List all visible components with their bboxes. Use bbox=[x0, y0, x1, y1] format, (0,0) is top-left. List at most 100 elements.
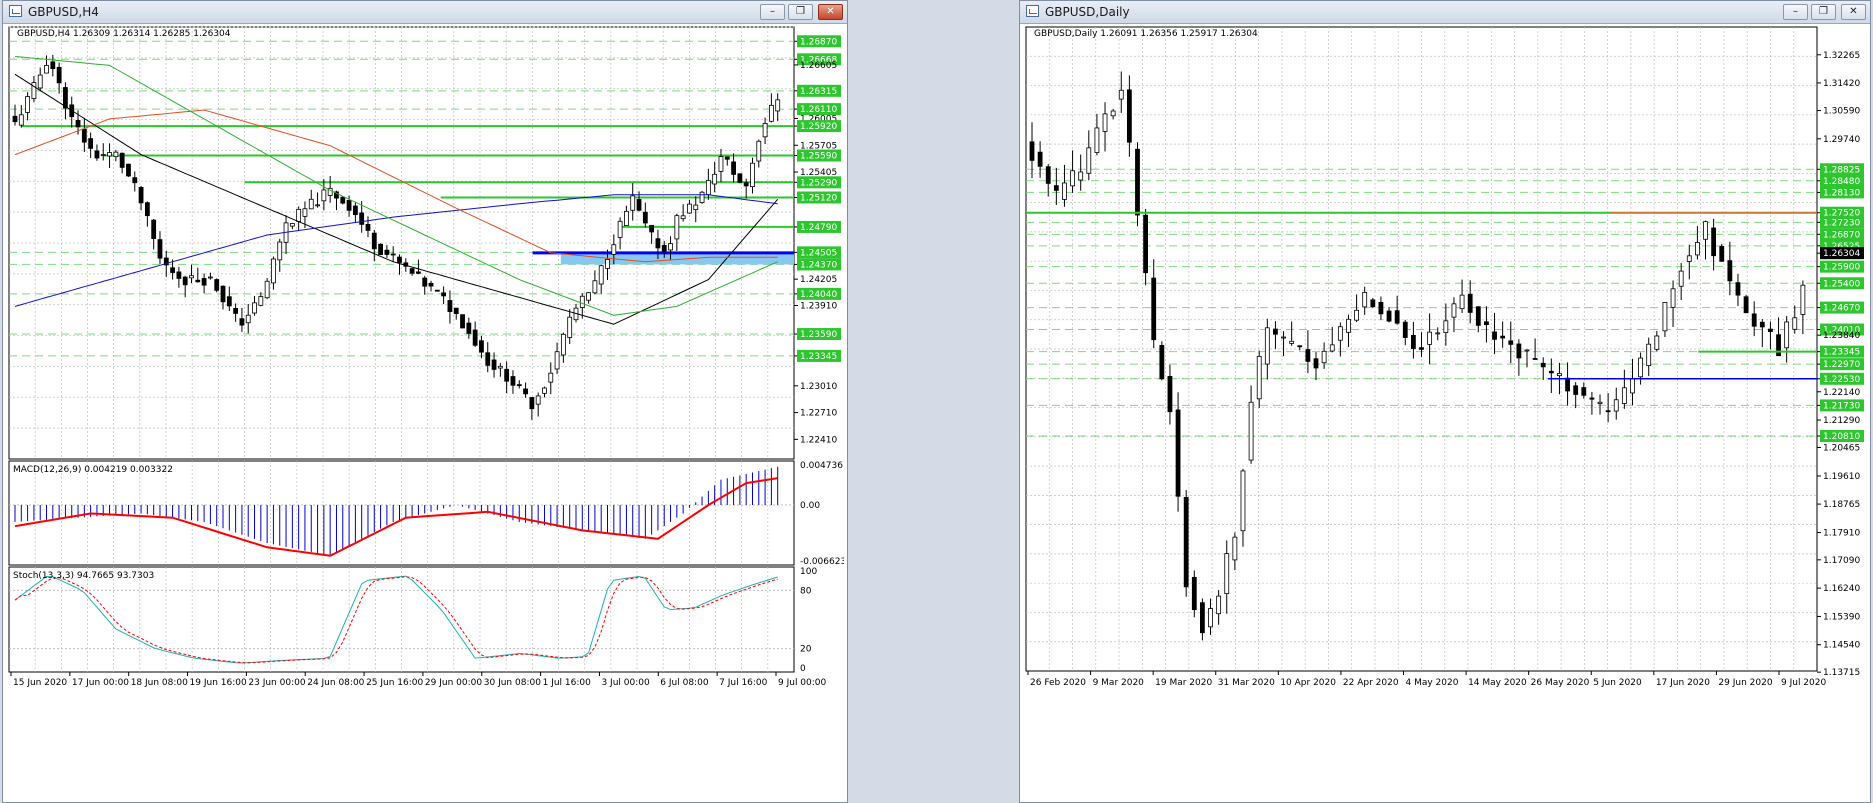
candle-body bbox=[264, 280, 270, 299]
y-tick-label: 1.24670 bbox=[1823, 304, 1860, 314]
y-tick-label: 1.24370 bbox=[800, 260, 837, 270]
x-tick-label: 3 Jul 00:00 bbox=[601, 678, 650, 688]
close-button[interactable]: ✕ bbox=[1841, 4, 1866, 20]
candle-body bbox=[359, 212, 365, 225]
stoch-tick-label: 100 bbox=[800, 567, 817, 577]
candle-body bbox=[1759, 321, 1765, 328]
candle-body bbox=[1273, 328, 1278, 335]
candle-body bbox=[1703, 221, 1708, 240]
candle-body bbox=[1313, 358, 1319, 369]
y-tick-label: 1.20465 bbox=[1823, 444, 1860, 454]
candle-body bbox=[775, 99, 781, 112]
h4-chart-svg[interactable]: 1.268701.266681.266051.263151.261101.260… bbox=[7, 25, 844, 802]
y-tick-label: 1.13715 bbox=[1823, 668, 1860, 678]
restore-button[interactable]: ❐ bbox=[1811, 4, 1836, 20]
candle-body bbox=[1630, 378, 1635, 394]
stoch-tick-label: 20 bbox=[800, 645, 812, 655]
candle-body bbox=[81, 128, 87, 143]
candle-body bbox=[1346, 318, 1351, 333]
candle-body bbox=[1492, 331, 1497, 340]
candle-body bbox=[44, 65, 49, 74]
candle-body bbox=[170, 267, 175, 273]
y-tick-label: 1.26605 bbox=[800, 61, 837, 71]
x-tick-label: 26 Feb 2020 bbox=[1030, 678, 1086, 688]
x-tick-label: 6 Jul 08:00 bbox=[660, 678, 709, 688]
x-tick-label: 25 Jun 16:00 bbox=[366, 678, 423, 688]
y-tick-label: 1.23840 bbox=[1823, 331, 1860, 341]
restore-button[interactable]: ❐ bbox=[788, 4, 813, 20]
y-tick-label: 1.23010 bbox=[800, 382, 837, 392]
candle-body bbox=[497, 365, 503, 369]
candle-body bbox=[1175, 409, 1181, 497]
candle-body bbox=[1589, 397, 1595, 400]
candle-body bbox=[1581, 387, 1587, 396]
candle-body bbox=[1078, 171, 1084, 181]
candle-body bbox=[1062, 182, 1067, 200]
candle-body bbox=[535, 395, 541, 405]
daily-window-titlebar[interactable]: GBPUSD,Daily – ❐ ✕ bbox=[1020, 1, 1870, 24]
daily-chart-svg[interactable]: 1.32265 1.31420 1.30590 1.29740 1.28825 1.284… bbox=[1024, 25, 1867, 802]
candle-body bbox=[1362, 292, 1368, 308]
candle-body bbox=[138, 186, 144, 204]
candle-body bbox=[365, 223, 371, 231]
h4-plot-area[interactable]: 1.26870 1.26668 1.26605 1.26315 1.26110 1.260… bbox=[7, 25, 844, 802]
candle-body bbox=[1500, 335, 1506, 339]
x-tick-label: 10 Apr 2020 bbox=[1280, 678, 1336, 688]
y-tick-label: 1.25290 bbox=[800, 178, 837, 188]
candle-body bbox=[214, 279, 220, 291]
minimize-button[interactable]: – bbox=[1783, 4, 1808, 20]
x-tick-label: 19 Mar 2020 bbox=[1155, 678, 1212, 688]
candle-body bbox=[94, 150, 100, 159]
x-tick-label: 9 Jul 00:00 bbox=[778, 678, 827, 688]
candle-body bbox=[768, 104, 774, 122]
candle-body bbox=[1475, 306, 1481, 326]
y-tick-label: 1.17090 bbox=[1823, 556, 1860, 566]
y-tick-label: 1.22710 bbox=[800, 409, 837, 419]
y-tick-label: 1.24040 bbox=[800, 290, 837, 300]
candle-body bbox=[1443, 320, 1449, 334]
x-tick-label: 9 Mar 2020 bbox=[1093, 678, 1145, 688]
y-tick-label: 1.32265 bbox=[1823, 51, 1860, 61]
support-zone bbox=[560, 252, 794, 265]
candle-body bbox=[718, 156, 724, 172]
x-tick-label: 19 Jun 16:00 bbox=[190, 678, 247, 688]
minimize-button[interactable]: – bbox=[760, 4, 785, 20]
candle-body bbox=[1719, 246, 1725, 262]
candle-body bbox=[592, 280, 598, 294]
candle-body bbox=[434, 289, 440, 292]
candle-body bbox=[245, 314, 251, 324]
daily-window-title: GBPUSD,Daily bbox=[1045, 5, 1130, 19]
daily-plot-area[interactable]: 1.32265 1.31420 1.30590 1.29740 1.28825 1.284… bbox=[1024, 25, 1867, 802]
candle-body bbox=[1613, 399, 1619, 412]
candle-body bbox=[1402, 321, 1408, 338]
candle-body bbox=[252, 302, 257, 314]
candle-body bbox=[1451, 303, 1457, 318]
candle-body bbox=[1686, 255, 1692, 262]
x-tick-label: 24 Jun 08:00 bbox=[307, 678, 364, 688]
candle-body bbox=[510, 376, 516, 386]
candle-body bbox=[1159, 345, 1165, 380]
candle-body bbox=[384, 249, 390, 255]
x-tick-label: 23 Jun 00:00 bbox=[248, 678, 305, 688]
candle-body bbox=[548, 372, 554, 383]
y-tick-label: 1.22410 bbox=[800, 435, 837, 445]
candle-body bbox=[1427, 331, 1433, 345]
x-tick-label: 17 Jun 2020 bbox=[1656, 678, 1710, 688]
candle-body bbox=[1800, 284, 1806, 315]
h4-window-titlebar[interactable]: GBPUSD,H4 – ❐ ✕ bbox=[3, 1, 847, 24]
x-tick-label: 7 Jul 16:00 bbox=[719, 678, 768, 688]
macd-header: MACD(12,26,9) 0.004219 0.003322 bbox=[13, 465, 173, 475]
candle-body bbox=[504, 368, 510, 382]
y-tick-label: 1.23910 bbox=[800, 301, 837, 311]
candle-body bbox=[472, 329, 478, 346]
candle-body bbox=[258, 296, 264, 306]
candle-body bbox=[1305, 349, 1311, 362]
x-tick-label: 22 Apr 2020 bbox=[1343, 678, 1399, 688]
stoch-tick-label: 0 bbox=[800, 664, 806, 674]
y-tick-label: 1.20810 bbox=[1823, 432, 1860, 442]
close-button[interactable]: ✕ bbox=[818, 4, 843, 20]
candle-body bbox=[598, 265, 604, 285]
candle-body bbox=[1143, 214, 1149, 274]
candle-body bbox=[756, 140, 762, 162]
candle-body bbox=[1264, 327, 1270, 365]
